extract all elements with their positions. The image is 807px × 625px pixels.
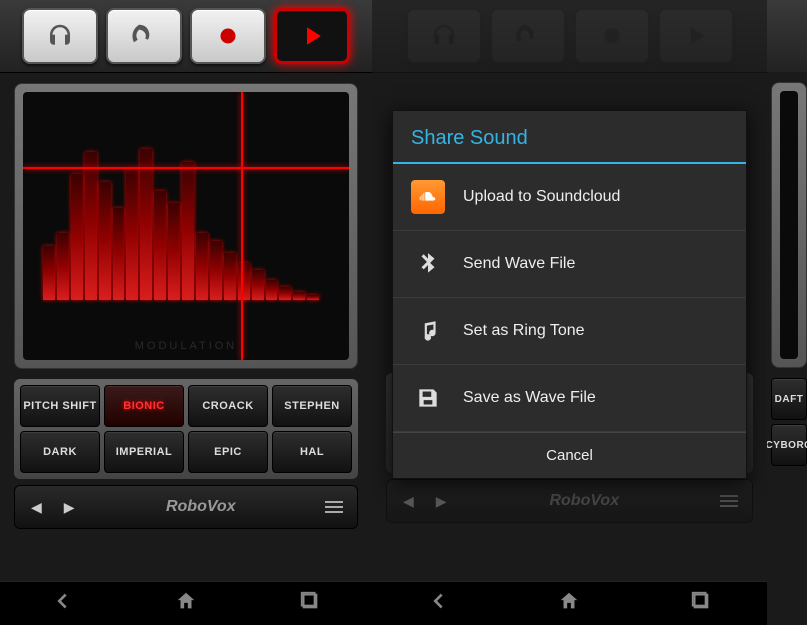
bottom-strip-dim: ◀ ▶ RoboVox bbox=[386, 479, 753, 523]
screen-main: MODULATION PITCH SHIFT BIONIC CROACK STE… bbox=[0, 0, 372, 625]
share-item-label: Save as Wave File bbox=[463, 389, 596, 407]
headphones-icon bbox=[45, 21, 75, 51]
next-arrow[interactable]: ▶ bbox=[58, 493, 81, 522]
preset-dark[interactable]: DARK bbox=[20, 431, 100, 473]
screen-right-sliver: DAFT CYBORG bbox=[767, 0, 807, 625]
visualizer-pad[interactable] bbox=[780, 91, 798, 359]
share-soundcloud[interactable]: Upload to Soundcloud bbox=[393, 164, 746, 231]
play-button bbox=[658, 8, 734, 64]
record-icon bbox=[213, 21, 243, 51]
preset-bionic[interactable]: BIONIC bbox=[104, 385, 184, 427]
record-button bbox=[574, 8, 650, 64]
preset-cyborg[interactable]: CYBORG bbox=[771, 424, 807, 466]
share-item-label: Set as Ring Tone bbox=[463, 322, 585, 340]
next-arrow: ▶ bbox=[430, 487, 453, 516]
headphones-button[interactable] bbox=[22, 8, 98, 64]
ringtone-icon bbox=[411, 314, 445, 348]
eq-bars bbox=[43, 132, 319, 300]
prev-arrow[interactable]: ◀ bbox=[25, 493, 48, 522]
nav-back[interactable] bbox=[427, 590, 449, 617]
android-navbar bbox=[372, 581, 767, 625]
nav-recent[interactable] bbox=[299, 590, 321, 617]
bluetooth-icon bbox=[411, 247, 445, 281]
share-save-wave[interactable]: Save as Wave File bbox=[393, 365, 746, 432]
preset-imperial[interactable]: IMPERIAL bbox=[104, 431, 184, 473]
brand-label: RoboVox bbox=[91, 498, 311, 516]
visualizer-frame-sliver bbox=[771, 82, 807, 368]
headphones-button bbox=[406, 8, 482, 64]
visualizer-pad[interactable]: MODULATION bbox=[23, 92, 349, 360]
visualizer-frame: MODULATION bbox=[14, 83, 358, 369]
dialog-cancel-button[interactable]: Cancel bbox=[393, 432, 746, 478]
preset-grid: PITCH SHIFT BIONIC CROACK STEPHEN DARK I… bbox=[14, 379, 358, 479]
crosshair-vertical bbox=[241, 92, 243, 360]
parrot-icon bbox=[129, 21, 159, 51]
top-toolbar-dim bbox=[372, 0, 767, 73]
modulation-label: MODULATION bbox=[23, 340, 349, 352]
preset-epic[interactable]: EPIC bbox=[188, 431, 268, 473]
preset-croack[interactable]: CROACK bbox=[188, 385, 268, 427]
play-icon bbox=[297, 21, 327, 51]
brand-label: RoboVox bbox=[463, 492, 706, 510]
preset-pitch-shift[interactable]: PITCH SHIFT bbox=[20, 385, 100, 427]
bottom-strip: ◀ ▶ RoboVox bbox=[14, 485, 358, 529]
menu-icon[interactable] bbox=[321, 497, 347, 517]
nav-home[interactable] bbox=[558, 590, 580, 617]
preset-hal[interactable]: HAL bbox=[272, 431, 352, 473]
nav-recent[interactable] bbox=[690, 590, 712, 617]
preset-daft[interactable]: DAFT bbox=[771, 378, 807, 420]
crosshair-horizontal bbox=[23, 167, 349, 169]
prev-arrow: ◀ bbox=[397, 487, 420, 516]
share-dialog: Share Sound Upload to Soundcloud Send Wa… bbox=[392, 110, 747, 479]
voice-button[interactable] bbox=[106, 8, 182, 64]
save-icon bbox=[411, 381, 445, 415]
menu-icon bbox=[716, 491, 742, 511]
play-button[interactable] bbox=[274, 8, 350, 64]
share-item-label: Send Wave File bbox=[463, 255, 575, 273]
preset-stephen[interactable]: STEPHEN bbox=[272, 385, 352, 427]
share-item-label: Upload to Soundcloud bbox=[463, 188, 620, 206]
voice-button bbox=[490, 8, 566, 64]
share-send-wave[interactable]: Send Wave File bbox=[393, 231, 746, 298]
share-ringtone[interactable]: Set as Ring Tone bbox=[393, 298, 746, 365]
screen-share: PITCH SHIFT BIONIC CROACK STEPHEN DARK I… bbox=[372, 0, 767, 625]
nav-back[interactable] bbox=[51, 590, 73, 617]
nav-home[interactable] bbox=[175, 590, 197, 617]
top-toolbar bbox=[0, 0, 372, 73]
dialog-title: Share Sound bbox=[393, 111, 746, 164]
soundcloud-icon bbox=[411, 180, 445, 214]
android-navbar bbox=[0, 581, 372, 625]
preset-grid-sliver: DAFT CYBORG bbox=[771, 378, 807, 466]
record-button[interactable] bbox=[190, 8, 266, 64]
